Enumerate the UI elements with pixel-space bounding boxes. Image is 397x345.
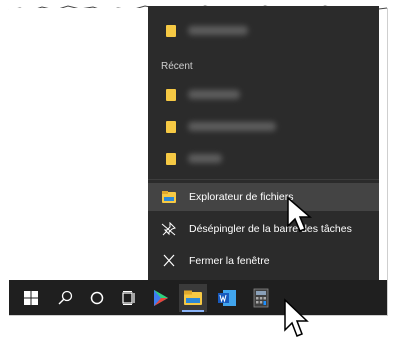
pinned-item[interactable] (148, 16, 379, 44)
word-icon (218, 290, 236, 306)
recent-item[interactable] (148, 80, 379, 108)
close-icon (163, 254, 175, 267)
file-explorer-taskbar-button[interactable] (179, 284, 207, 312)
recent-heading: Récent (161, 61, 193, 72)
word-button[interactable] (213, 284, 241, 312)
task-view-icon (122, 291, 135, 305)
file-explorer-icon (162, 191, 176, 203)
recent-item[interactable] (148, 112, 379, 140)
unpin-icon (161, 222, 176, 236)
calculator-button[interactable] (247, 284, 275, 312)
search-icon (58, 290, 73, 305)
folder-icon (166, 25, 176, 37)
play-store-button[interactable] (147, 284, 175, 312)
task-view-button[interactable] (115, 284, 143, 312)
file-explorer-action[interactable]: Explorateur de fichiers (148, 183, 379, 211)
jump-list: Récent Explorateur de fichiers Désépingl… (148, 6, 379, 280)
recent-item[interactable] (148, 144, 379, 172)
mouse-cursor-icon (287, 196, 312, 232)
file-explorer-label: Explorateur de fichiers (189, 191, 294, 203)
close-window-label: Fermer la fenêtre (189, 255, 270, 267)
windows-start-icon (24, 291, 38, 305)
play-store-icon (154, 290, 168, 306)
calculator-icon (253, 288, 269, 308)
file-explorer-icon (184, 290, 202, 305)
unpin-action[interactable]: Désépingler de la barre des tâches (148, 215, 379, 243)
blurred-name (188, 122, 276, 131)
folder-icon (166, 89, 176, 101)
cortana-icon (90, 291, 104, 305)
mouse-cursor-icon (284, 298, 309, 337)
blurred-name (188, 90, 240, 99)
folder-icon (166, 121, 176, 133)
blurred-name (188, 154, 222, 163)
cortana-button[interactable] (83, 284, 111, 312)
unpin-label: Désépingler de la barre des tâches (189, 223, 352, 235)
taskbar (9, 280, 387, 315)
blurred-name (188, 26, 248, 35)
close-window-action[interactable]: Fermer la fenêtre (148, 247, 379, 275)
folder-icon (166, 153, 176, 165)
start-button[interactable] (17, 284, 45, 312)
divider (148, 179, 379, 180)
search-button[interactable] (51, 284, 79, 312)
desktop-area (9, 8, 148, 280)
